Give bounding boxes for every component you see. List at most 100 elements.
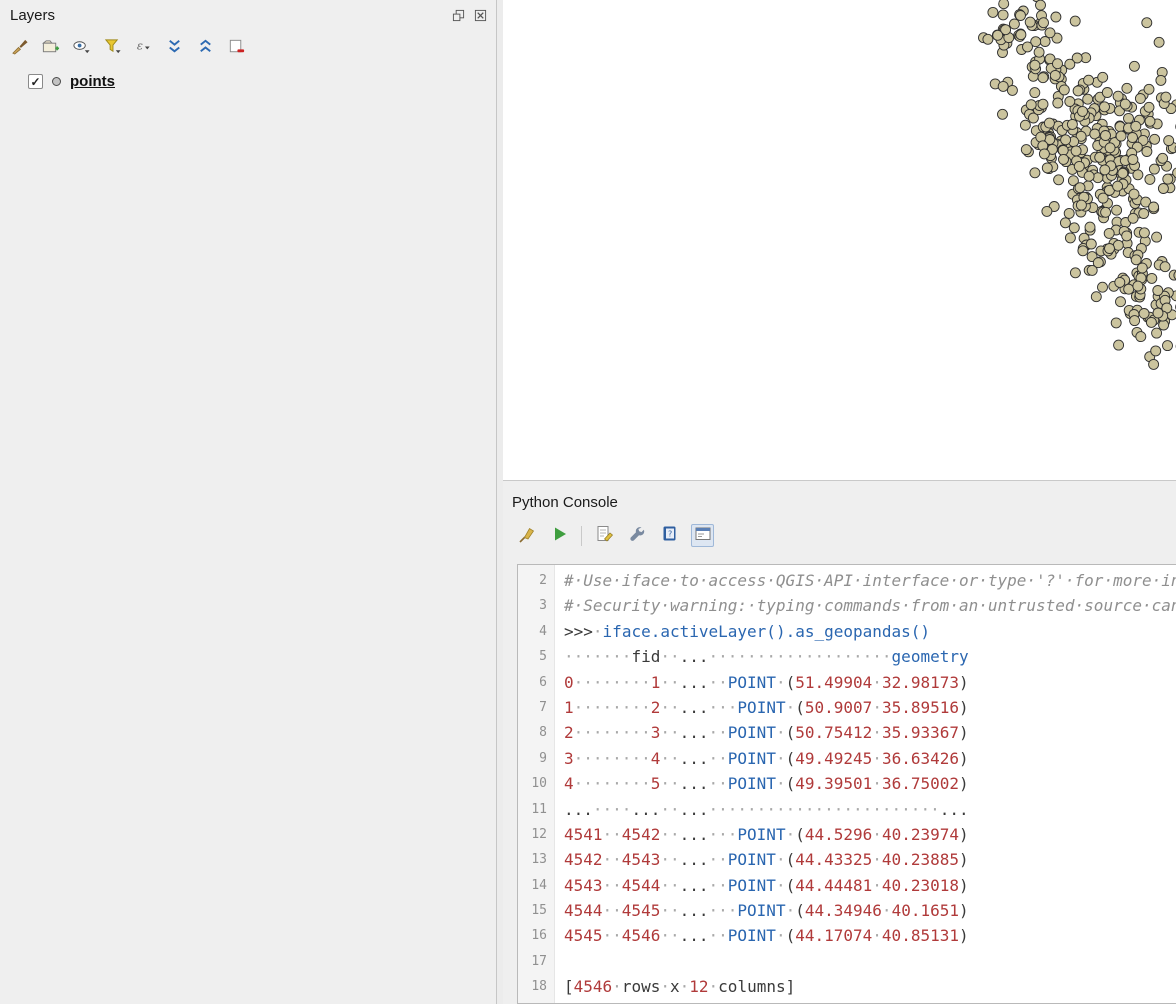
console-code-text: 4········5··...··POINT·(49.39501·36.7500… [554,771,969,796]
collapse-all-icon [196,37,215,59]
console-code-text [554,949,564,974]
line-number: 15 [518,898,554,923]
layers-toolbar: ε [8,36,248,59]
line-number: 5 [518,644,554,669]
console-code-text: ·······fid··...···················geomet… [554,644,969,669]
line-number: 13 [518,847,554,872]
line-number: 16 [518,923,554,948]
line-number: 11 [518,797,554,822]
line-number: 14 [518,873,554,898]
layer-item-points[interactable]: ✓ points [28,73,115,90]
line-number: 19 [518,1000,554,1004]
show-editor-button[interactable] [592,524,615,547]
toolbar-separator [581,526,582,546]
add-group-button[interactable] [39,36,62,59]
map-points-layer [979,0,1176,369]
console-output-area[interactable]: 2#·Use·iface·to·access·QGIS·API·interfac… [517,564,1176,1004]
remove-layer-button[interactable] [225,36,248,59]
run-command-icon [551,525,569,546]
console-code-text [554,1000,564,1004]
python-console-title: Python Console [512,494,618,511]
console-line: 144543··4544··...··POINT·(44.44481·40.23… [518,873,1176,898]
console-code-text: >>>·iface.activeLayer().as_geopandas() [554,619,930,644]
float-panel-icon [452,9,465,25]
console-code-text: #·Security·warning:·typing·commands·from… [554,593,1176,618]
console-line: 124541··4542··...···POINT·(44.5296·40.23… [518,822,1176,847]
console-code-text: 4541··4542··...···POINT·(44.5296·40.2397… [554,822,969,847]
line-number: 9 [518,746,554,771]
manage-map-themes-button[interactable] [70,36,93,59]
line-number: 2 [518,568,554,593]
layer-label[interactable]: points [70,73,115,90]
console-code-text: ...····...··...························.… [554,797,969,822]
close-panel-button[interactable] [473,9,488,24]
python-console-panel: Python Console ? [503,482,1176,1004]
svg-text:ε: ε [137,38,143,52]
line-number: 4 [518,619,554,644]
add-group-icon [41,37,60,59]
line-number: 10 [518,771,554,796]
expand-all-button[interactable] [163,36,186,59]
console-line: 3#·Security·warning:·typing·commands·fro… [518,593,1176,618]
console-panel-toggle-button[interactable] [691,524,714,547]
console-line: 154544··4545··...···POINT·(44.34946·40.1… [518,898,1176,923]
console-code-text: 4545··4546··...··POINT·(44.17074·40.8513… [554,923,969,948]
python-console-toolbar: ? [515,524,714,547]
console-code-text: 0········1··...··POINT·(51.49904·32.9817… [554,670,969,695]
filter-legend-button[interactable] [101,36,124,59]
run-command-button[interactable] [548,524,571,547]
console-line: 60········1··...··POINT·(51.49904·32.981… [518,670,1176,695]
console-line: 71········2··...···POINT·(50.9007·35.895… [518,695,1176,720]
svg-text:?: ? [668,530,672,539]
line-number: 6 [518,670,554,695]
help-button[interactable]: ? [658,524,681,547]
filter-by-expression-button[interactable]: ε [132,36,155,59]
console-code-text: 4544··4545··...···POINT·(44.34946·40.165… [554,898,969,923]
console-line: 134542··4543··...··POINT·(44.43325·40.23… [518,847,1176,872]
console-line: 18[4546·rows·x·12·columns] [518,974,1176,999]
console-line: 19 [518,1000,1176,1004]
open-layer-styling-button[interactable] [8,36,31,59]
console-line: 93········4··...··POINT·(49.49245·36.634… [518,746,1176,771]
remove-layer-icon [227,37,246,59]
map-canvas[interactable] [503,0,1176,481]
clear-console-icon [517,524,537,547]
console-panel-toggle-icon [693,524,713,547]
console-code-text: [4546·rows·x·12·columns] [554,974,795,999]
close-icon [474,9,487,25]
console-line: 5·······fid··...···················geome… [518,644,1176,669]
console-code-text: 4542··4543··...··POINT·(44.43325·40.2388… [554,847,969,872]
help-icon: ? [660,524,680,547]
line-number: 3 [518,593,554,618]
console-line: 4>>>·iface.activeLayer().as_geopandas() [518,619,1176,644]
expand-all-icon [165,37,184,59]
line-number: 18 [518,974,554,999]
console-line: 82········3··...··POINT·(50.75412·35.933… [518,720,1176,745]
layers-panel-window-buttons [451,9,488,24]
collapse-all-button[interactable] [194,36,217,59]
console-code-text: #·Use·iface·to·access·QGIS·API·interface… [554,568,1176,593]
console-line: 11...····...··...·······················… [518,797,1176,822]
console-line: 17 [518,949,1176,974]
console-code-text: 2········3··...··POINT·(50.75412·35.9336… [554,720,969,745]
line-number: 8 [518,720,554,745]
line-number: 17 [518,949,554,974]
filter-legend-icon [103,37,122,59]
options-button[interactable] [625,524,648,547]
manage-map-themes-icon [72,37,91,59]
console-code-text: 3········4··...··POINT·(49.49245·36.6342… [554,746,969,771]
options-icon [627,524,647,547]
point-symbol-icon [52,77,61,86]
console-code-text: 1········2··...···POINT·(50.9007·35.8951… [554,695,969,720]
console-code-text: 4543··4544··...··POINT·(44.44481·40.2301… [554,873,969,898]
console-lines: 2#·Use·iface·to·access·QGIS·API·interfac… [518,568,1176,1004]
line-number: 12 [518,822,554,847]
console-line: 104········5··...··POINT·(49.39501·36.75… [518,771,1176,796]
float-panel-button[interactable] [451,9,466,24]
layers-panel: Layers [0,0,497,1004]
filter-by-expression-icon: ε [134,37,153,59]
open-layer-styling-icon [10,37,29,59]
layer-visibility-checkbox[interactable]: ✓ [28,74,43,89]
show-editor-icon [594,524,614,547]
clear-console-button[interactable] [515,524,538,547]
